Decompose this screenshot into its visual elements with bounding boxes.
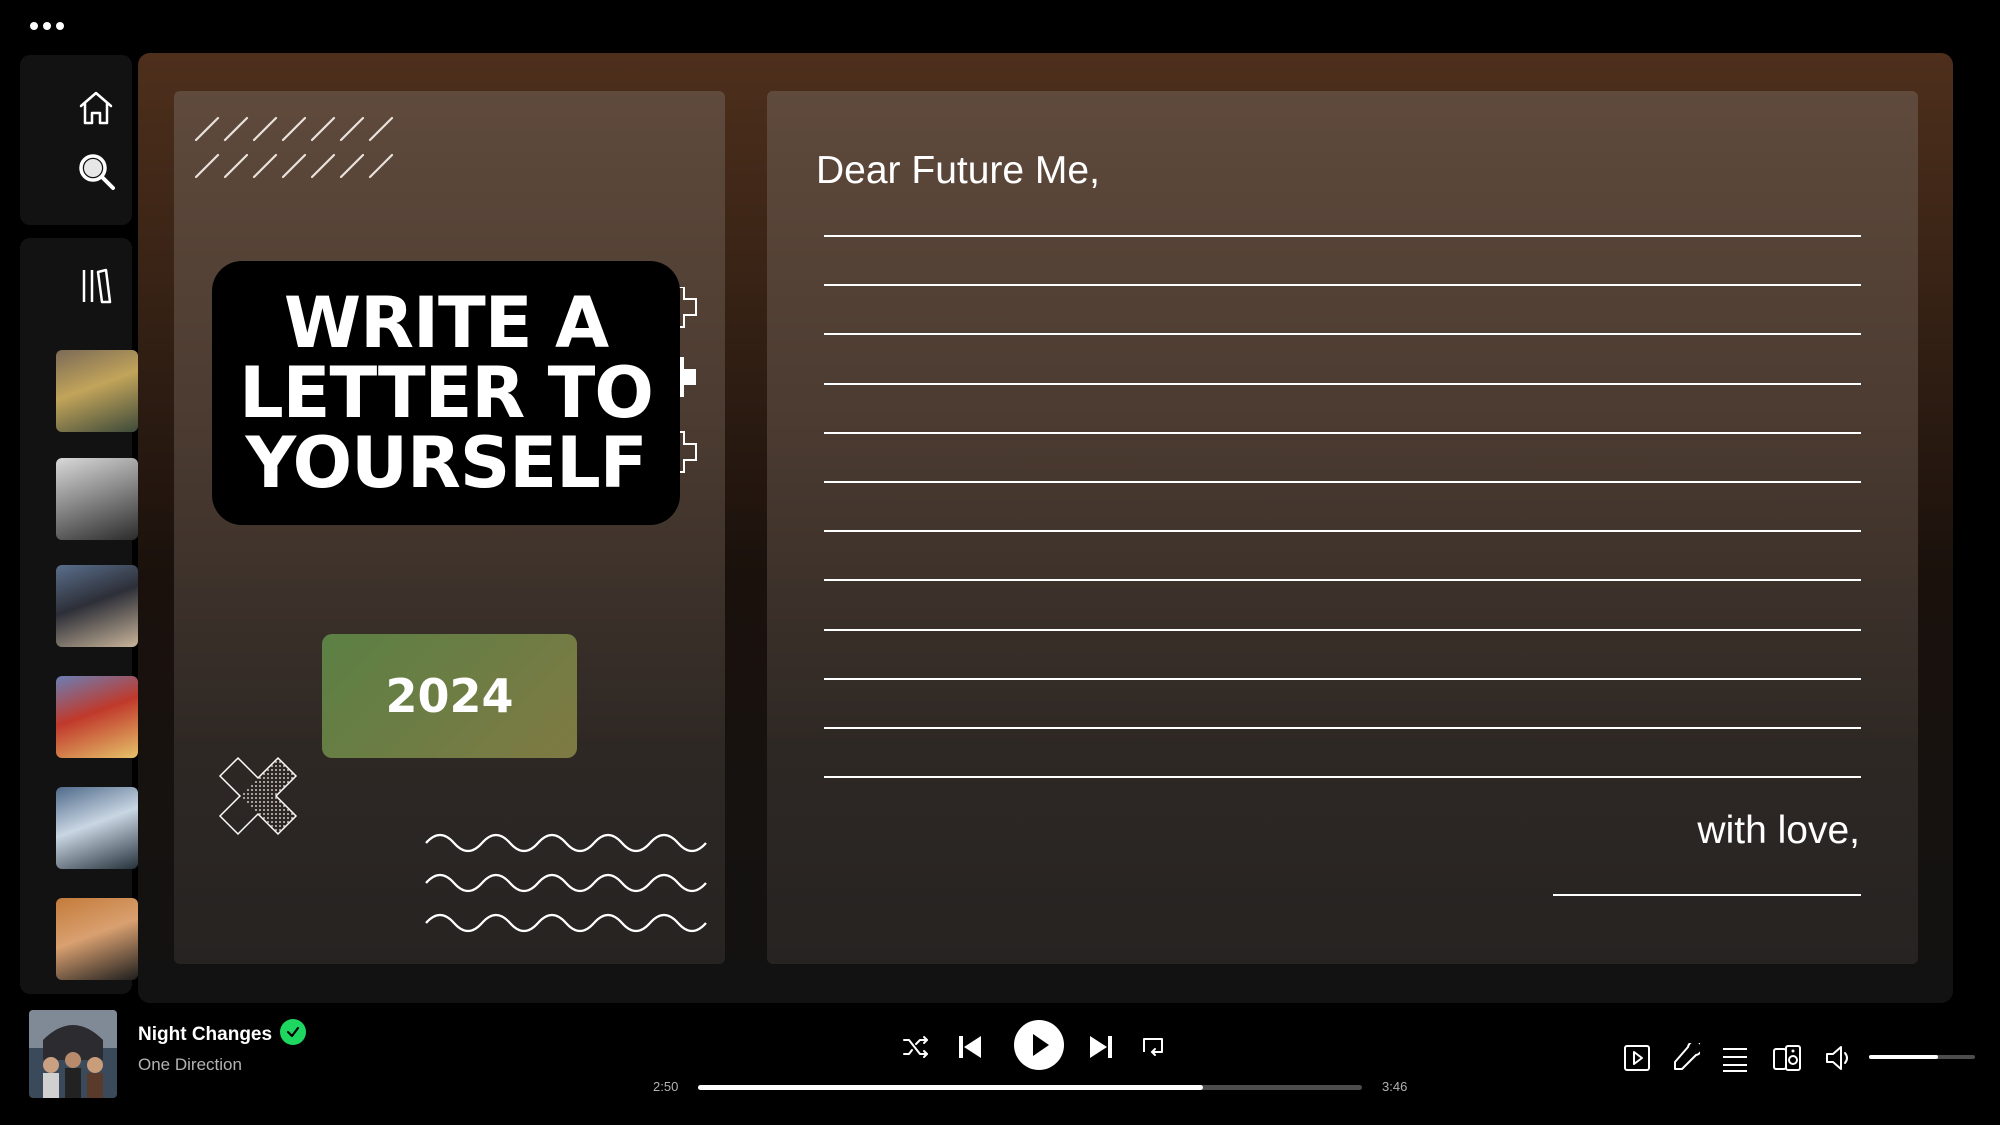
player-bar: Night Changes One Direction 2:50 3:46	[0, 1005, 2000, 1125]
slash-pattern-decoration	[194, 116, 394, 179]
now-playing-title[interactable]: Night Changes	[138, 1024, 272, 1046]
now-playing-artist[interactable]: One Direction	[138, 1055, 242, 1075]
progress-bar-fill	[698, 1085, 1203, 1090]
letter-cover-panel: WRITE A LETTER TO YOURSELF 2024	[174, 91, 725, 964]
playlist-thumbnail[interactable]	[56, 787, 138, 869]
writing-line[interactable]	[824, 382, 1861, 385]
playlist-thumbnail[interactable]	[56, 350, 138, 432]
letter-title: WRITE A LETTER TO YOURSELF	[239, 282, 654, 504]
letter-greeting: Dear Future Me,	[816, 149, 1100, 192]
volume-icon[interactable]	[1824, 1043, 1854, 1073]
letter-title-card: WRITE A LETTER TO YOURSELF	[212, 261, 680, 525]
letter-signoff: with love,	[1697, 809, 1860, 852]
volume-slider-fill	[1869, 1055, 1938, 1059]
previous-icon[interactable]	[957, 1033, 983, 1061]
sidebar-library	[20, 238, 138, 994]
connect-device-icon[interactable]	[1772, 1043, 1802, 1073]
playlist-thumbnail[interactable]	[56, 458, 138, 540]
writing-line[interactable]	[824, 776, 1861, 779]
volume-slider[interactable]	[1869, 1055, 1975, 1059]
total-duration: 3:46	[1382, 1079, 1408, 1094]
play-icon	[1033, 1034, 1049, 1056]
writing-line[interactable]	[824, 727, 1861, 729]
library-icon[interactable]	[76, 266, 116, 306]
writing-line[interactable]	[824, 628, 1861, 631]
letter-writing-panel: Dear Future Me, with love,	[767, 91, 1918, 964]
repeat-icon[interactable]	[1140, 1035, 1166, 1057]
playlist-thumbnail[interactable]	[56, 565, 138, 647]
play-button[interactable]	[1014, 1020, 1064, 1070]
lyrics-icon[interactable]	[1670, 1043, 1700, 1073]
signature-line[interactable]	[1553, 894, 1861, 896]
progress-bar[interactable]	[698, 1085, 1362, 1090]
more-dots-icon[interactable]	[30, 22, 64, 30]
writing-line[interactable]	[824, 481, 1861, 483]
liked-check-icon[interactable]	[280, 1019, 306, 1045]
writing-line[interactable]	[824, 333, 1861, 336]
queue-icon[interactable]	[1720, 1043, 1750, 1073]
year-badge[interactable]: 2024	[322, 634, 577, 758]
writing-line[interactable]	[824, 530, 1861, 533]
home-icon[interactable]	[76, 88, 116, 128]
now-playing-cover[interactable]	[29, 1010, 117, 1098]
next-icon[interactable]	[1088, 1033, 1114, 1061]
wave-pattern-decoration	[425, 833, 707, 933]
writing-line[interactable]	[824, 235, 1861, 237]
playlist-thumbnail[interactable]	[56, 676, 138, 758]
writing-line[interactable]	[824, 677, 1861, 680]
writing-line[interactable]	[824, 431, 1861, 434]
writing-line[interactable]	[824, 284, 1861, 287]
search-icon[interactable]	[76, 151, 116, 191]
shuffle-icon[interactable]	[902, 1035, 930, 1059]
sidebar-nav	[20, 55, 132, 225]
elapsed-time: 2:50	[653, 1079, 679, 1094]
now-playing-view-icon[interactable]	[1622, 1043, 1652, 1073]
writing-line[interactable]	[824, 579, 1861, 582]
main-content: WRITE A LETTER TO YOURSELF 2024 Dear Fut…	[138, 53, 1953, 1003]
playlist-thumbnail[interactable]	[56, 898, 138, 980]
x-shape-decoration	[218, 756, 298, 836]
